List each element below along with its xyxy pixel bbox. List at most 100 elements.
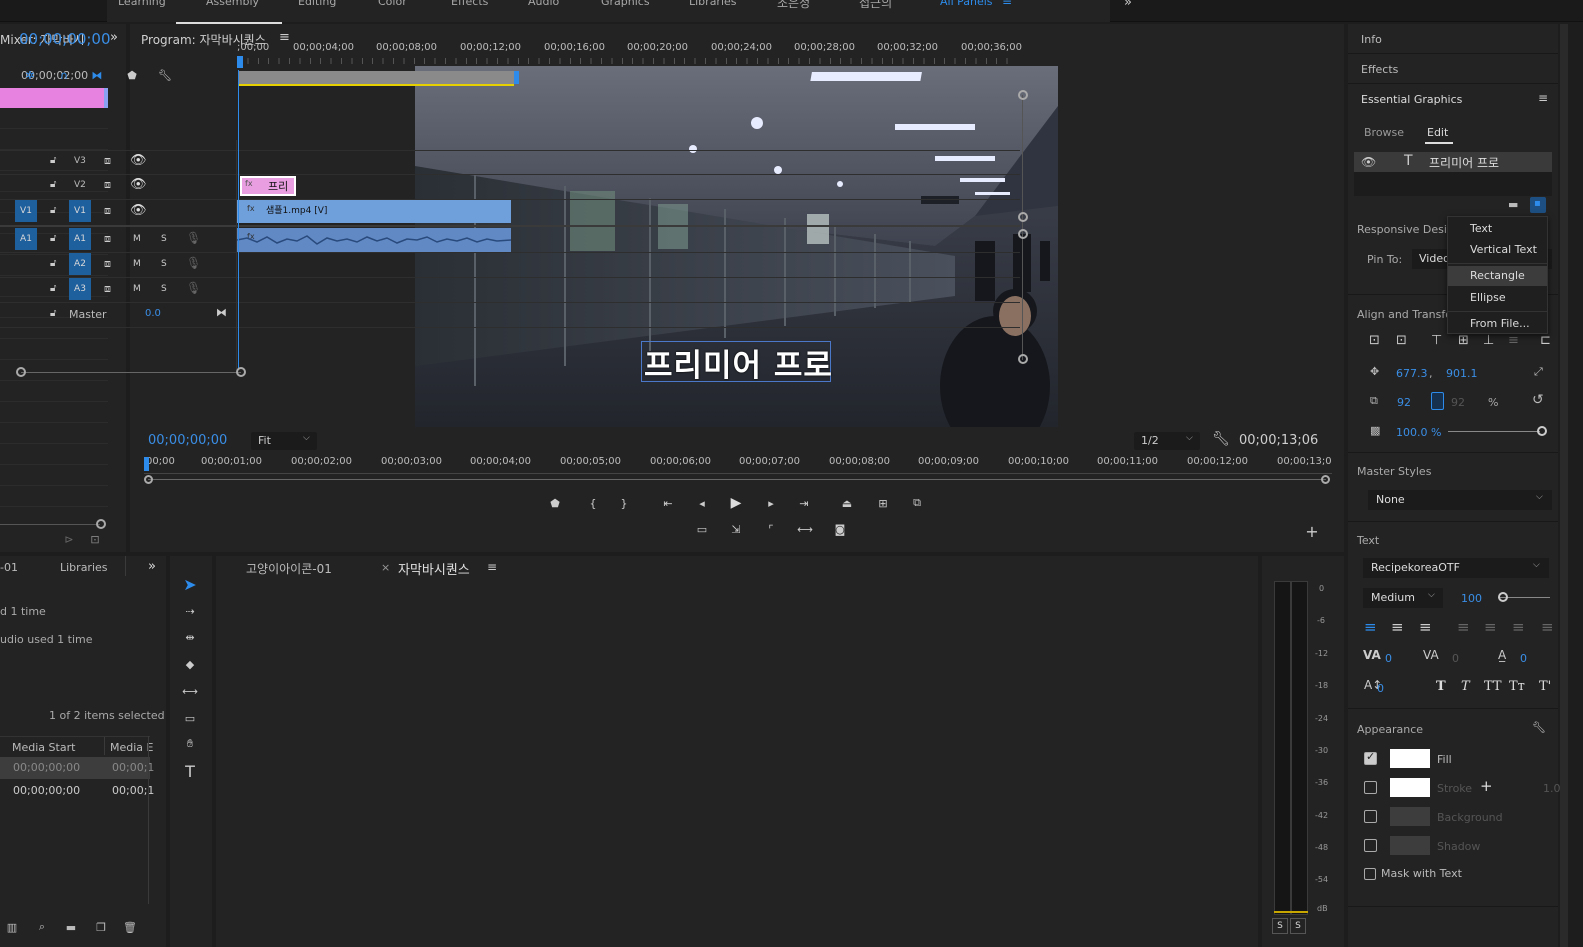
wrench-icon[interactable]: 🔧︎ <box>1212 431 1230 447</box>
selection-tool-icon[interactable]: ➤ <box>180 574 200 594</box>
mixer-scroll-handle[interactable] <box>96 519 106 529</box>
workspace-tab-custom-1[interactable]: 조은정 <box>777 0 810 11</box>
menu-item-vertical-text[interactable]: Vertical Text <box>1448 240 1547 260</box>
folder-icon[interactable]: ▬ <box>64 920 78 934</box>
menu-item-text[interactable]: Text <box>1448 219 1547 239</box>
vr-video-icon[interactable]: ⟷ <box>796 522 814 536</box>
mute-button[interactable]: M <box>133 259 141 269</box>
italic-icon[interactable]: T <box>1461 679 1470 694</box>
lock-icon[interactable]: 🔓︎ <box>50 179 56 190</box>
track-label-a3[interactable]: A3 <box>69 278 91 300</box>
font-size-slider-handle[interactable] <box>1498 592 1508 602</box>
list-item[interactable]: 00;00;00;00 00;00;1 <box>0 757 154 779</box>
workspace-tab-all-panels[interactable]: All Panels <box>940 0 993 8</box>
distribute-icon[interactable]: ≡ <box>1508 333 1519 348</box>
overwrite-icon[interactable]: ⇲ <box>728 522 744 536</box>
panel-overflow-icon[interactable]: » <box>148 559 156 574</box>
stroke-checkbox[interactable] <box>1364 781 1377 794</box>
bold-icon[interactable]: T <box>1436 679 1446 694</box>
eye-icon[interactable]: 👁︎ <box>130 177 147 192</box>
mute-button[interactable]: M <box>133 234 141 244</box>
video-clip[interactable]: fx 샘플1.mp4 [V] <box>237 200 511 223</box>
timeline-timecode[interactable]: 00;00;00;00 <box>19 30 111 48</box>
lock-icon[interactable]: 🔓︎ <box>50 205 56 216</box>
mic-icon[interactable]: 🎙︎ <box>186 231 201 245</box>
workspace-tab-effects[interactable]: Effects <box>451 0 488 8</box>
shadow-checkbox[interactable] <box>1364 839 1377 852</box>
add-marker-icon[interactable]: ⬟ <box>548 496 562 510</box>
align-bottom-icon[interactable]: ⊥ <box>1483 333 1494 348</box>
tab-sequence-1[interactable]: 고양이아이콘-01 <box>246 560 332 577</box>
sync-lock-icon[interactable]: ⧈ <box>104 232 111 246</box>
anchor-icon[interactable]: ⤢ <box>1534 365 1543 379</box>
list-item[interactable]: 00;00;00;00 00;00;1 <box>0 780 154 802</box>
justify-center-icon[interactable]: ≡ <box>1484 618 1497 636</box>
superscript-icon[interactable]: T' <box>1539 679 1551 694</box>
font-size-value[interactable]: 100 <box>1461 592 1482 605</box>
track-label-a1[interactable]: A1 <box>69 228 91 250</box>
align-left-icon[interactable]: ≡ <box>1364 618 1377 636</box>
scale-height[interactable]: 92 <box>1451 396 1465 409</box>
info-panel-tab[interactable]: Info <box>1361 33 1382 46</box>
align-right-icon[interactable]: ≡ <box>1419 618 1432 636</box>
list-view-icon[interactable]: ▥ <box>5 920 19 934</box>
slip-tool-icon[interactable]: ⟷ <box>180 681 200 701</box>
fit-dropdown[interactable]: Fit ⌵ <box>251 432 317 450</box>
all-caps-icon[interactable]: TT <box>1484 679 1502 694</box>
right-scrollbar[interactable] <box>1560 24 1568 947</box>
snap-icon[interactable]: ∩ <box>56 67 72 83</box>
solo-button[interactable]: S <box>161 284 167 294</box>
eye-icon[interactable]: 👁︎ <box>1361 155 1376 169</box>
timeline-menu-icon[interactable]: ≡ <box>487 560 497 574</box>
title-overlay-text[interactable]: 프리미어 프로 <box>644 340 833 385</box>
leading-value[interactable]: 0 <box>1520 652 1527 665</box>
track-label-v2[interactable]: V2 <box>74 180 86 190</box>
master-volume[interactable]: 0.0 <box>145 308 161 319</box>
workspace-menu-icon[interactable]: ≡ <box>1002 0 1012 8</box>
align-center-h-icon[interactable]: ⊡ <box>1369 333 1380 348</box>
search-icon[interactable]: ⌕ <box>35 920 49 934</box>
rotation-icon[interactable]: ↺ <box>1532 392 1544 408</box>
tab-browse[interactable]: Browse <box>1364 126 1404 139</box>
title-text-box[interactable]: 프리미어 프로 <box>641 340 833 385</box>
track-label-a2[interactable]: A2 <box>69 253 91 275</box>
wrench-icon[interactable]: 🔧︎ <box>157 67 173 83</box>
hand-tool-icon[interactable]: ✋︎ <box>180 734 200 754</box>
toggle-proxy-icon[interactable]: ⌜ <box>763 522 779 536</box>
ripple-edit-icon[interactable]: ⇹ <box>180 627 200 647</box>
zoom-handle-right[interactable] <box>1321 475 1330 484</box>
solo-button[interactable]: S <box>161 234 167 244</box>
lock-icon[interactable]: 🔓︎ <box>50 283 56 294</box>
scale-width[interactable]: 92 <box>1397 396 1411 409</box>
align-center-icon[interactable]: ≡ <box>1391 618 1404 636</box>
menu-item-ellipse[interactable]: Ellipse <box>1448 288 1547 308</box>
eye-icon[interactable]: 👁︎ <box>130 203 147 218</box>
mixer-scroll-track[interactable] <box>0 524 100 525</box>
source-patch-v1[interactable]: V1 <box>15 200 37 222</box>
track-select-icon[interactable]: ⇢ <box>180 601 200 621</box>
mute-button[interactable]: M <box>133 284 141 294</box>
align-right-icon[interactable]: ⊏ <box>1540 333 1551 348</box>
col-media-start[interactable]: Media Start <box>12 741 75 754</box>
workspace-tab-graphics[interactable]: Graphics <box>601 0 650 8</box>
workspace-tab-libraries[interactable]: Libraries <box>689 0 737 8</box>
position-x[interactable]: 677.3 <box>1396 367 1428 380</box>
align-middle-icon[interactable]: ⊞ <box>1458 333 1469 348</box>
panel-overflow-icon[interactable]: » <box>110 30 118 45</box>
sync-lock-icon[interactable]: ⧈ <box>104 257 111 271</box>
camera-icon[interactable]: ◙ <box>832 522 848 536</box>
program-ruler[interactable]: 00;00 00;00;01;00 00;00;02;00 00;00;03;0… <box>144 454 1332 478</box>
link-scale-button[interactable] <box>1431 392 1444 410</box>
compare-icon[interactable]: ⧉ <box>908 496 926 510</box>
project-tab[interactable]: -01 <box>0 561 18 574</box>
opacity-value[interactable]: 100.0 % <box>1396 426 1441 439</box>
go-to-end-icon[interactable]: ⧓ <box>216 306 227 319</box>
trash-icon[interactable]: 🗑︎ <box>123 920 137 934</box>
shadow-color-swatch[interactable] <box>1390 836 1430 855</box>
background-checkbox[interactable] <box>1364 810 1377 823</box>
menu-item-rectangle[interactable]: Rectangle <box>1448 266 1547 286</box>
step-forward-icon[interactable]: ▸ <box>764 496 778 510</box>
program-current-time[interactable]: 00;00;00;00 <box>148 433 227 448</box>
solo-button[interactable]: S <box>161 259 167 269</box>
program-video-frame[interactable]: 프리미어 프로 <box>415 66 1058 427</box>
